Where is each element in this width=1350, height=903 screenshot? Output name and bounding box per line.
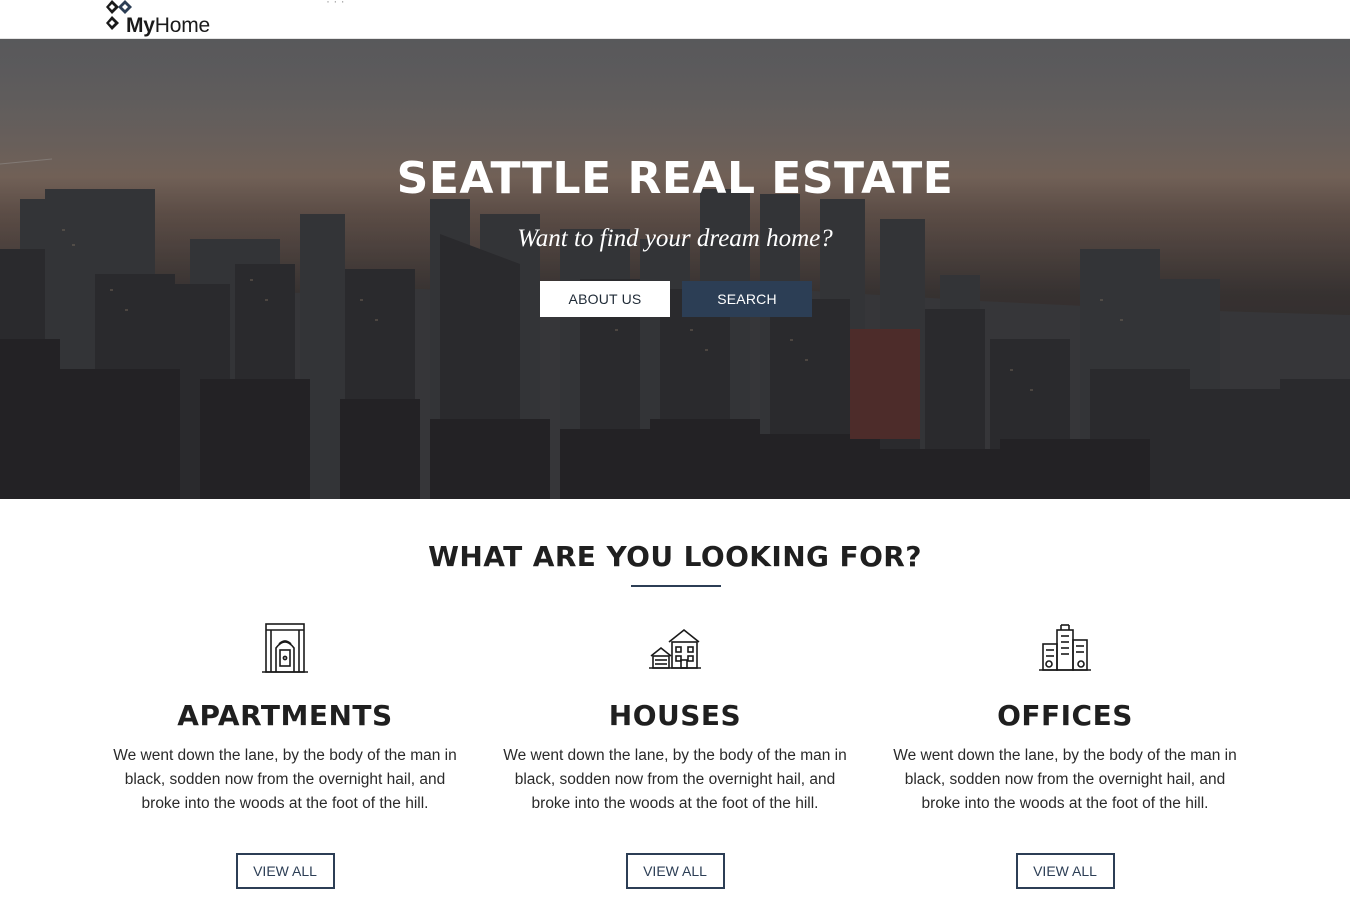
- about-us-button[interactable]: ABOUT US: [540, 281, 670, 317]
- category-description: We went down the lane, by the body of th…: [893, 747, 1237, 812]
- view-all-houses-button[interactable]: VIEW ALL: [625, 853, 725, 889]
- nav-menu-cropped: · · ·: [326, 0, 345, 8]
- category-description: We went down the lane, by the body of th…: [113, 747, 457, 812]
- view-all-apartments-button[interactable]: VIEW ALL: [235, 853, 335, 889]
- category-houses: HOUSES We went down the lane, by the bod…: [490, 620, 860, 889]
- category-title: OFFICES: [997, 699, 1133, 732]
- category-description: We went down the lane, by the body of th…: [503, 747, 847, 812]
- hero-subtitle: Want to find your dream home?: [517, 225, 833, 252]
- hero-title: SEATTLE REAL ESTATE: [396, 153, 954, 204]
- site-header: MyHome · · ·: [0, 0, 1350, 39]
- apartment-building-icon: [262, 623, 308, 673]
- logo-text: MyHome: [126, 14, 210, 37]
- category-title: HOUSES: [608, 699, 742, 732]
- view-all-offices-button[interactable]: VIEW ALL: [1015, 853, 1115, 889]
- hero-dark-overlay: [0, 39, 1350, 499]
- office-buildings-icon: [1039, 624, 1091, 671]
- category-title: APARTMENTS: [177, 699, 393, 732]
- section-title: WHAT ARE YOU LOOKING FOR?: [428, 540, 922, 573]
- hero-buttons: ABOUT US SEARCH: [540, 281, 812, 317]
- houses-icon: [649, 628, 701, 669]
- section-divider: [631, 585, 721, 587]
- category-offices: OFFICES We went down the lane, by the bo…: [880, 620, 1250, 889]
- search-button[interactable]: SEARCH: [682, 281, 812, 317]
- hero-banner: SEATTLE REAL ESTATE Want to find your dr…: [0, 39, 1350, 499]
- category-apartments: APARTMENTS We went down the lane, by the…: [100, 620, 470, 889]
